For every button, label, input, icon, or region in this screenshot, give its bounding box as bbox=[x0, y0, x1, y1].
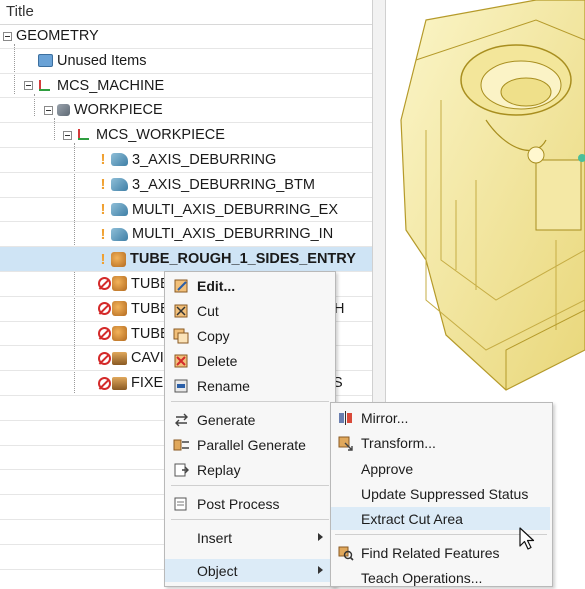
workpiece-icon bbox=[57, 104, 70, 117]
warning-icon: ! bbox=[100, 225, 106, 243]
tree-row-label: TUBE_ROUGH_1_SIDES_ENTRY bbox=[130, 251, 356, 268]
submenu-item-teach-operations[interactable]: Teach Operations... bbox=[331, 566, 552, 589]
cut-icon bbox=[173, 303, 191, 319]
menu-separator bbox=[171, 519, 329, 520]
suppressed-icon bbox=[98, 277, 111, 291]
tree-row-operation-selected[interactable]: ! TUBE_ROUGH_1_SIDES_ENTRY bbox=[0, 247, 372, 272]
submenu-arrow-icon bbox=[318, 533, 323, 541]
tree-row-workpiece[interactable]: WORKPIECE bbox=[0, 98, 372, 124]
deburring-operation-icon bbox=[111, 153, 128, 167]
tree-row-operation[interactable]: ! 3_AXIS_DEBURRING_BTM bbox=[0, 173, 372, 198]
suppressed-icon bbox=[98, 327, 111, 341]
menu-item-object[interactable]: Object bbox=[165, 559, 335, 582]
deburring-operation-icon bbox=[111, 178, 128, 192]
mirror-icon bbox=[337, 410, 355, 426]
tree-row-operation[interactable]: ! MULTI_AXIS_DEBURRING_EX bbox=[0, 198, 372, 223]
coordinate-system-icon bbox=[76, 127, 92, 143]
copy-icon bbox=[173, 328, 191, 344]
post-process-icon bbox=[173, 496, 191, 512]
tree-row-label: 3_AXIS_DEBURRING_BTM bbox=[132, 176, 315, 193]
suppressed-icon bbox=[98, 302, 111, 316]
suppressed-icon bbox=[98, 376, 111, 390]
parallel-generate-icon bbox=[173, 437, 191, 453]
tree-row-mcs-workpiece[interactable]: MCS_WORKPIECE bbox=[0, 123, 372, 148]
menu-item-edit[interactable]: Edit... bbox=[165, 274, 335, 297]
menu-separator bbox=[171, 485, 329, 486]
folder-icon bbox=[38, 54, 53, 68]
transform-icon bbox=[337, 435, 355, 451]
column-header-label: Title bbox=[6, 3, 34, 20]
find-related-features-icon bbox=[337, 545, 355, 561]
tree-row-label: MULTI_AXIS_DEBURRING_EX bbox=[132, 201, 339, 218]
tube-operation-icon bbox=[112, 301, 127, 317]
delete-icon bbox=[173, 353, 191, 369]
collapse-toggle[interactable] bbox=[24, 81, 33, 91]
tree-row-operation[interactable]: ! MULTI_AXIS_DEBURRING_IN bbox=[0, 222, 372, 248]
tube-operation-icon bbox=[112, 276, 127, 292]
tree-row-label: MCS_WORKPIECE bbox=[96, 127, 225, 144]
tree-row-label: MCS_MACHINE bbox=[57, 77, 165, 94]
context-menu: Edit... Cut Copy Delete Rename Generate … bbox=[164, 271, 336, 587]
tube-operation-icon bbox=[111, 251, 126, 267]
collapse-toggle[interactable] bbox=[63, 130, 72, 140]
menu-item-parallel-generate[interactable]: Parallel Generate bbox=[165, 433, 335, 456]
tree-row-geometry[interactable]: GEOMETRY bbox=[0, 24, 372, 49]
tree-row-label: FIXE bbox=[131, 375, 164, 392]
tree-row-operation[interactable]: ! 3_AXIS_DEBURRING bbox=[0, 148, 372, 173]
warning-icon: ! bbox=[100, 151, 106, 169]
collapse-toggle[interactable] bbox=[44, 105, 53, 115]
rename-icon bbox=[173, 378, 191, 394]
mouse-pointer-icon bbox=[519, 527, 535, 550]
submenu-item-update-suppressed-status[interactable]: Update Suppressed Status bbox=[331, 482, 552, 505]
submenu-arrow-icon bbox=[318, 566, 323, 574]
menu-item-post-process[interactable]: Post Process bbox=[165, 492, 335, 515]
submenu-item-mirror[interactable]: Mirror... bbox=[331, 406, 552, 429]
fixed-contour-operation-icon bbox=[112, 376, 127, 390]
submenu-item-approve[interactable]: Approve bbox=[331, 457, 552, 480]
menu-item-rename[interactable]: Rename bbox=[165, 374, 335, 397]
tree-row-unused-items[interactable]: Unused Items bbox=[0, 49, 372, 74]
tree-row-label: 3_AXIS_DEBURRING bbox=[132, 151, 277, 168]
tree-row-label: CAVI bbox=[131, 350, 164, 367]
menu-separator bbox=[171, 401, 329, 402]
submenu-item-transform[interactable]: Transform... bbox=[331, 431, 552, 454]
tree-row-label: WORKPIECE bbox=[74, 102, 163, 119]
tree-row-mcs-machine[interactable]: MCS_MACHINE bbox=[0, 74, 372, 99]
menu-item-copy[interactable]: Copy bbox=[165, 324, 335, 347]
column-header-title[interactable]: Title bbox=[0, 0, 372, 25]
suppressed-icon bbox=[98, 351, 111, 365]
warning-icon: ! bbox=[100, 176, 106, 194]
menu-item-cut[interactable]: Cut bbox=[165, 299, 335, 322]
tube-operation-icon bbox=[112, 326, 127, 342]
object-submenu: Mirror... Transform... Approve Update Su… bbox=[330, 402, 553, 587]
warning-icon: ! bbox=[100, 250, 106, 268]
menu-separator bbox=[335, 534, 547, 535]
tree-row-label: GEOMETRY bbox=[16, 28, 99, 44]
menu-item-generate[interactable]: Generate bbox=[165, 408, 335, 431]
tree-row-label: MULTI_AXIS_DEBURRING_IN bbox=[132, 226, 334, 243]
replay-icon bbox=[173, 462, 191, 478]
tree-row-label: Unused Items bbox=[57, 52, 147, 69]
cavity-mill-operation-icon bbox=[112, 351, 127, 365]
coordinate-system-icon bbox=[37, 78, 53, 94]
submenu-item-extract-cut-area[interactable]: Extract Cut Area bbox=[331, 507, 550, 530]
collapse-toggle[interactable] bbox=[3, 31, 12, 41]
menu-item-replay[interactable]: Replay bbox=[165, 458, 335, 481]
menu-item-delete[interactable]: Delete bbox=[165, 349, 335, 372]
generate-icon bbox=[173, 412, 191, 428]
deburring-operation-icon bbox=[111, 203, 128, 217]
warning-icon: ! bbox=[100, 201, 106, 219]
edit-icon bbox=[173, 278, 191, 294]
deburring-operation-icon bbox=[111, 227, 128, 241]
menu-item-insert[interactable]: Insert bbox=[165, 526, 335, 549]
